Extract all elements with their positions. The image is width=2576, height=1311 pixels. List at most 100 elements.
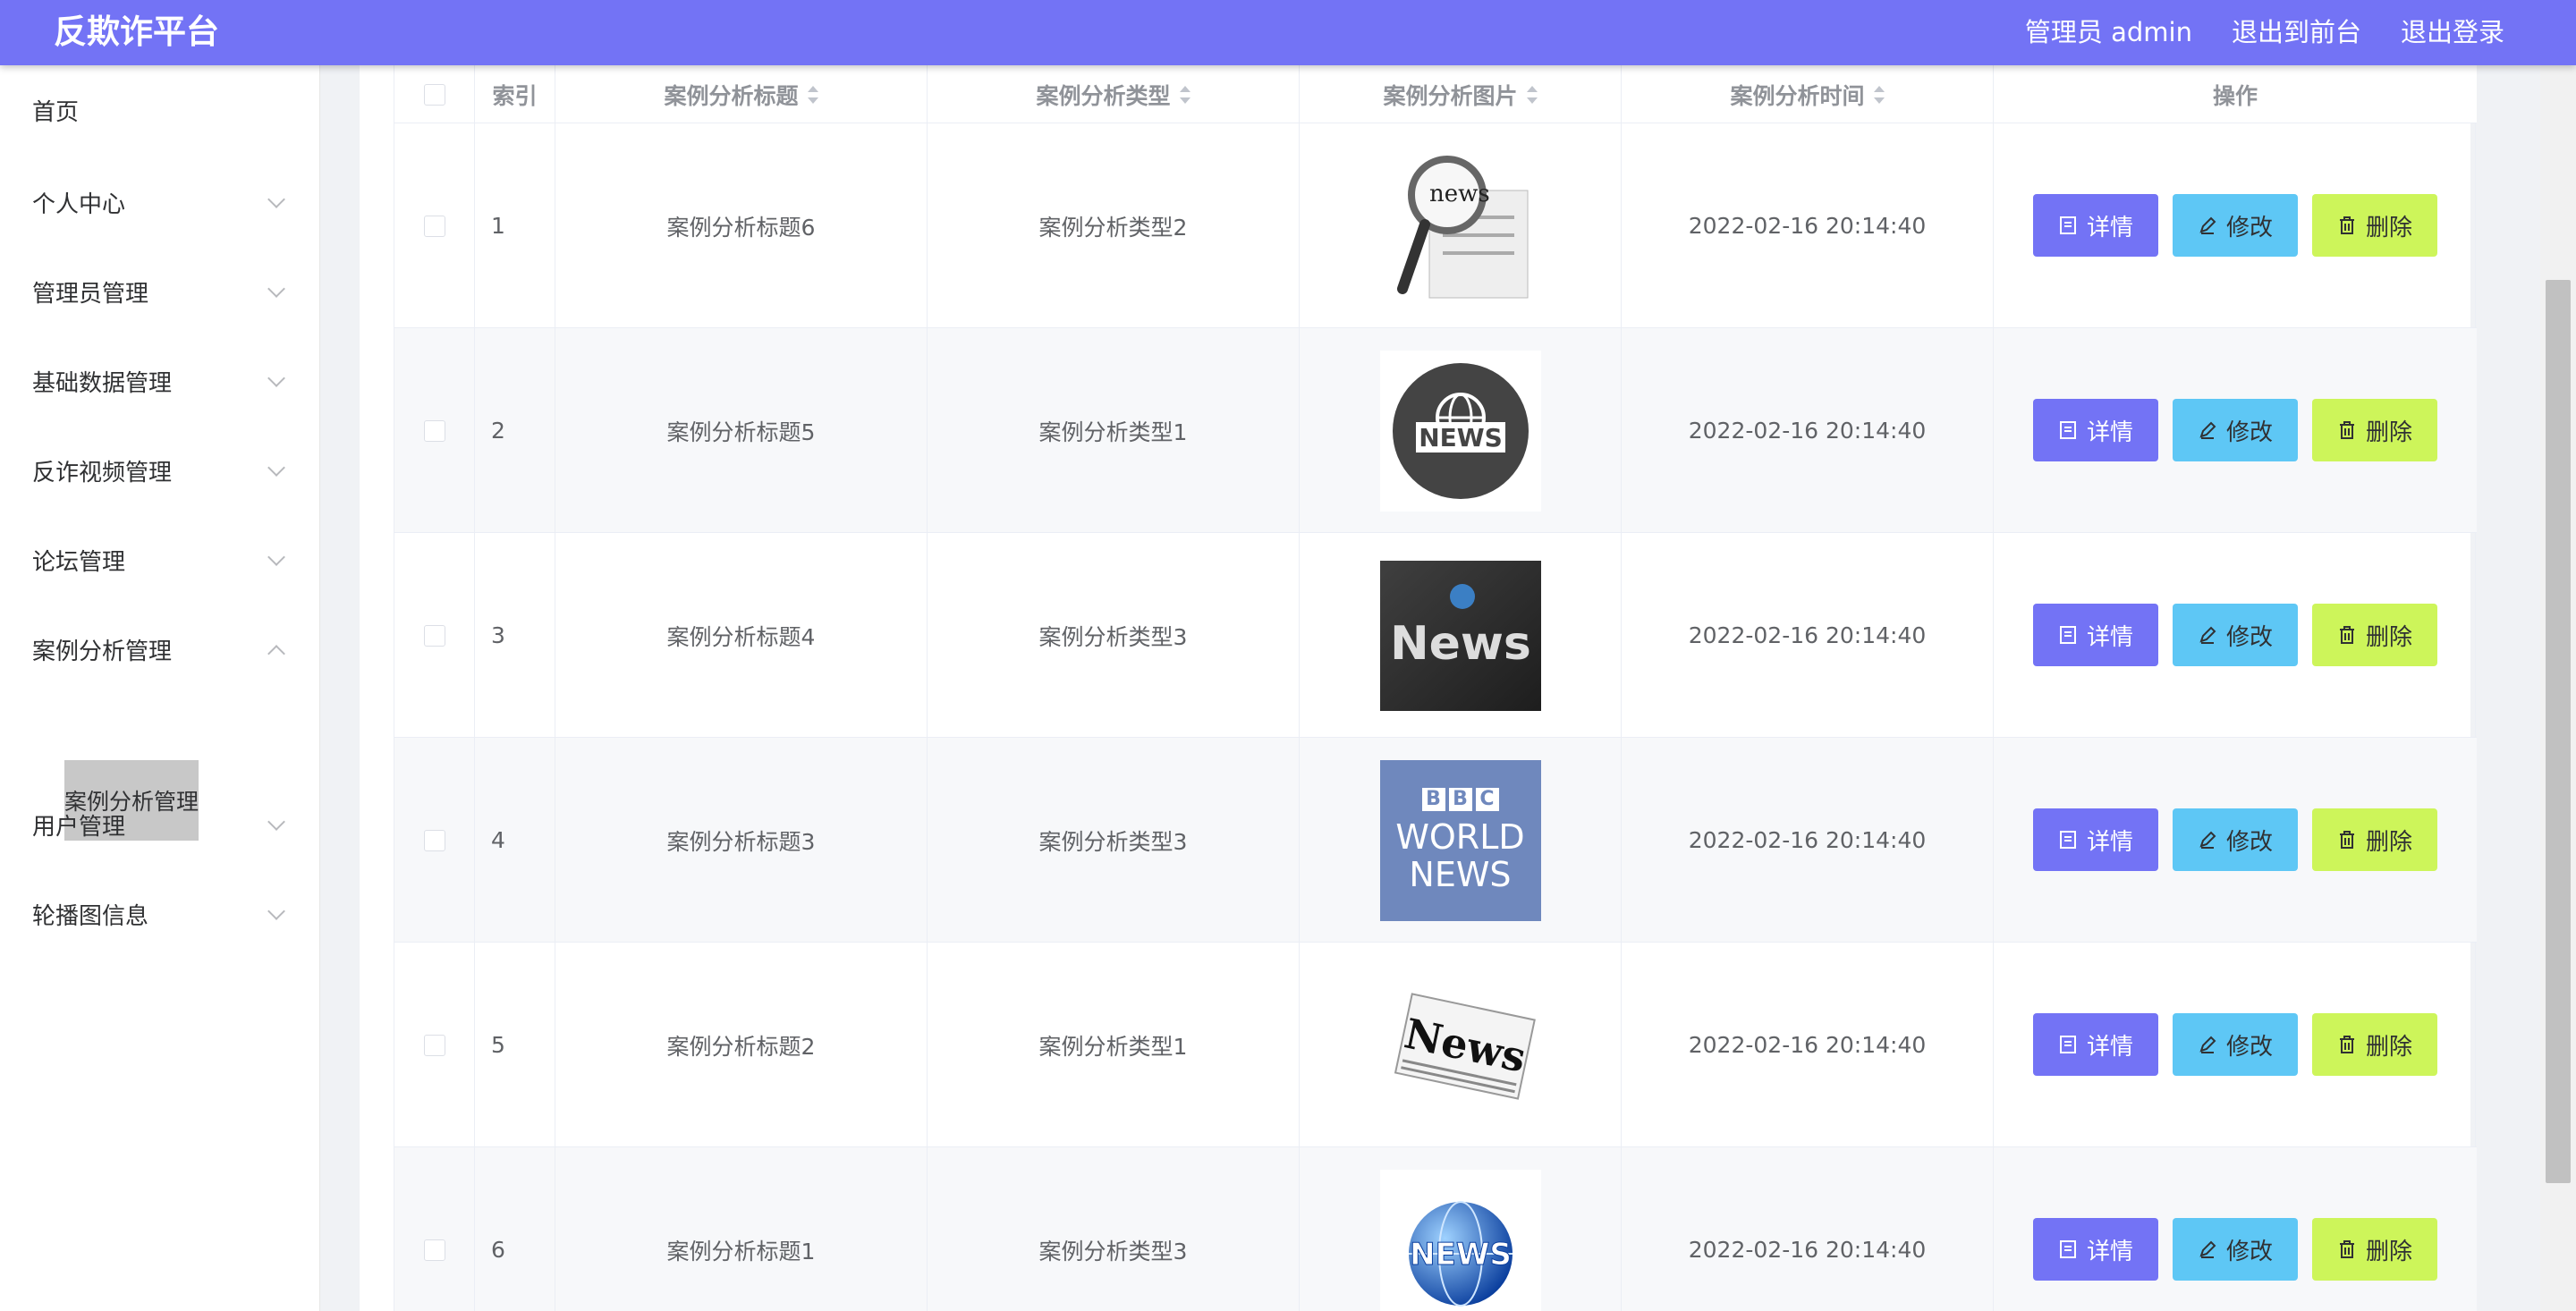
delete-button[interactable]: 删除 [2312,399,2437,461]
title-cell: 案例分析标题6 [555,123,928,328]
detail-button-label: 详情 [2086,623,2133,651]
case-image[interactable]: news [1380,146,1541,307]
delete-button-label: 删除 [2365,419,2412,446]
delete-button[interactable]: 删除 [2312,194,2437,257]
detail-button-label: 详情 [2086,419,2133,446]
newspaper-icon: News [1394,992,1536,1100]
delete-button-label: 删除 [2365,623,2412,651]
type-cell: 案例分析类型1 [928,328,1300,533]
page-scrollbar[interactable] [2540,65,2576,1311]
actions-cell: 详情 修改 删除 [1994,943,2477,1147]
edit-button[interactable]: 修改 [2173,604,2298,666]
sidebar-item-label: 轮播图信息 [32,902,149,930]
image-text: News [1390,617,1531,671]
image-cell: B B C WORLD NEWS [1300,738,1622,943]
detail-button[interactable]: 详情 [2033,604,2158,666]
edit-button[interactable]: 修改 [2173,808,2298,871]
row-checkbox[interactable] [423,1034,445,1056]
detail-button-label: 详情 [2086,1238,2133,1265]
admin-user-link[interactable]: 管理员 admin [2025,14,2192,50]
column-header-label: 案例分析类型 [1036,82,1171,109]
sidebar-item-case-analysis[interactable]: 案例分析管理 [0,622,320,676]
table-row: 5 案例分析标题2 案例分析类型1 News 2022-02-16 20:14:40 详情… [394,943,2477,1147]
pencil-icon [2199,626,2216,644]
logout-link[interactable]: 退出登录 [2401,14,2504,50]
select-all-checkbox[interactable] [423,83,445,106]
sidebar-item-label: 案例分析管理 [32,638,173,665]
sort-icon[interactable] [1526,85,1538,105]
sidebar-item-forum[interactable]: 论坛管理 [0,533,320,587]
row-select-cell [394,738,475,943]
main-content: 索引 案例分析标题 案例分析类型 案例分析图片 案例分析时间 操作 1 案例分析标… [360,65,2477,1311]
sidebar-item-home[interactable]: 首页 [0,83,320,137]
sidebar-item-user-management[interactable]: 用户管理 [0,798,320,851]
app-title: 反欺诈平台 [54,13,219,51]
detail-button[interactable]: 详情 [2033,399,2158,461]
detail-button[interactable]: 详情 [2033,194,2158,257]
time-cell: 2022-02-16 20:14:40 [1622,943,1994,1147]
index-cell: 6 [475,1147,555,1311]
bbc-news-text: NEWS [1409,854,1512,894]
image-cell: NEWS [1300,328,1622,533]
delete-button[interactable]: 删除 [2312,1013,2437,1076]
case-image[interactable]: NEWS [1379,1169,1541,1311]
case-image[interactable]: News [1379,555,1541,716]
sidebar-item-carousel[interactable]: 轮播图信息 [0,887,320,941]
news-globe-3d-icon: NEWS [1379,1169,1541,1311]
delete-button-label: 删除 [2365,1238,2412,1265]
column-header-image[interactable]: 案例分析图片 [1300,65,1622,123]
edit-button[interactable]: 修改 [2173,399,2298,461]
column-header-type[interactable]: 案例分析类型 [928,65,1300,123]
detail-button-label: 详情 [2086,1033,2133,1061]
row-select-cell [394,123,475,328]
sort-icon[interactable] [1179,85,1191,105]
row-checkbox[interactable] [423,215,445,237]
row-checkbox[interactable] [423,624,445,647]
actions-cell: 详情 修改 删除 [1994,1147,2477,1311]
detail-button[interactable]: 详情 [2033,1218,2158,1281]
news-globe-badge-icon: NEWS [1379,350,1541,512]
delete-button[interactable]: 删除 [2312,808,2437,871]
case-image[interactable]: NEWS [1379,350,1541,512]
table-row: 2 案例分析标题5 案例分析类型1 NEWS 2022-02-16 20:14:40 详情… [394,328,2477,533]
delete-button-label: 删除 [2365,214,2412,241]
index-cell: 3 [475,533,555,738]
sidebar-item-label: 基础数据管理 [32,369,173,397]
column-header-label: 案例分析时间 [1730,82,1865,109]
detail-button[interactable]: 详情 [2033,808,2158,871]
scrollbar-thumb[interactable] [2546,280,2571,1183]
document-icon [2059,1240,2076,1258]
row-checkbox[interactable] [423,1239,445,1261]
row-select-cell [394,328,475,533]
sidebar-item-anti-fraud-video[interactable]: 反诈视频管理 [0,444,320,497]
document-icon [2059,831,2076,849]
case-image[interactable]: B B C WORLD NEWS [1379,759,1541,921]
column-header-title[interactable]: 案例分析标题 [555,65,928,123]
detail-button[interactable]: 详情 [2033,1013,2158,1076]
back-to-frontend-link[interactable]: 退出到前台 [2232,14,2361,50]
edit-button[interactable]: 修改 [2173,1013,2298,1076]
column-header-time[interactable]: 案例分析时间 [1622,65,1994,123]
edit-button-label: 修改 [2225,214,2273,241]
table-header: 索引 案例分析标题 案例分析类型 案例分析图片 案例分析时间 操作 [394,65,2477,123]
detail-button-label: 详情 [2086,214,2133,241]
title-cell: 案例分析标题3 [555,738,928,943]
edit-button[interactable]: 修改 [2173,1218,2298,1281]
sort-icon[interactable] [1873,85,1885,105]
sidebar-item-admin-management[interactable]: 管理员管理 [0,265,320,318]
image-text: news [1429,181,1490,207]
delete-button[interactable]: 删除 [2312,604,2437,666]
row-checkbox[interactable] [423,829,445,851]
chevron-down-icon [267,813,285,831]
sidebar-item-basic-data[interactable]: 基础数据管理 [0,354,320,408]
delete-button[interactable]: 删除 [2312,1218,2437,1281]
index-cell: 5 [475,943,555,1147]
index-cell: 4 [475,738,555,943]
row-checkbox[interactable] [423,419,445,442]
bbc-letter: C [1475,787,1499,811]
sidebar-item-personal-center[interactable]: 个人中心 [0,175,320,229]
case-image[interactable]: News [1380,965,1541,1126]
image-cell: news [1300,123,1622,328]
edit-button[interactable]: 修改 [2173,194,2298,257]
sort-icon[interactable] [807,85,818,105]
